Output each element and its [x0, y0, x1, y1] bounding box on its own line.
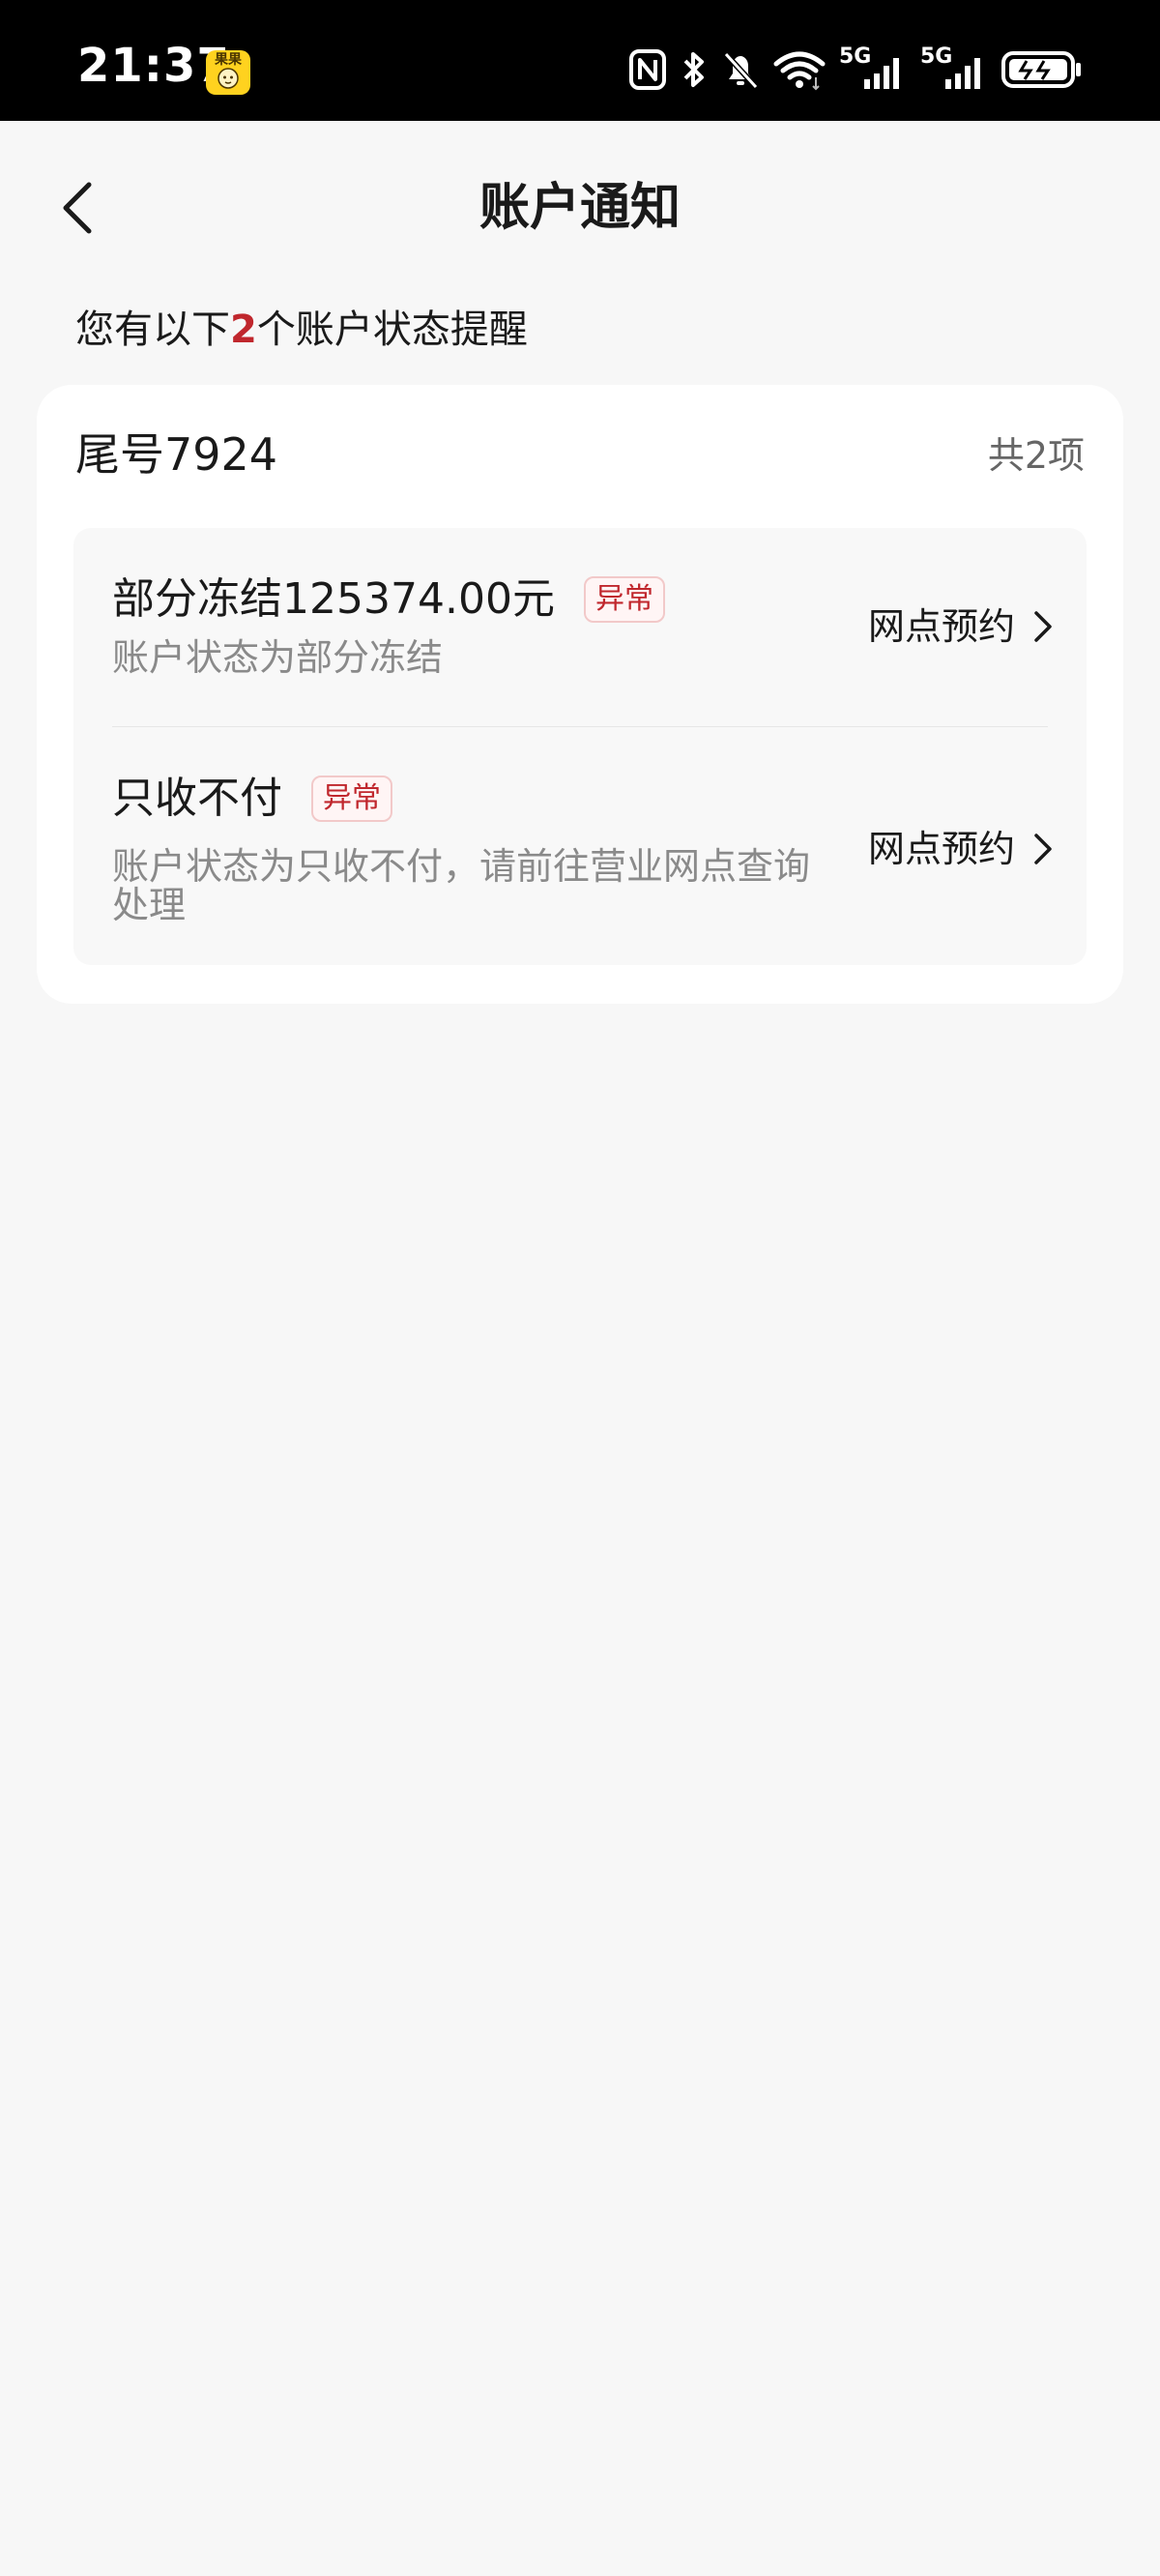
item-description: 账户状态为只收不付，请前往营业网点查询处理 [112, 845, 811, 926]
battery-charging-icon [1001, 51, 1081, 88]
wifi-icon [773, 51, 826, 91]
signal-icon: 5G [839, 46, 907, 93]
list-item: 部分冻结125374.00元 异常 账户状态为部分冻结 网点预约 [73, 528, 1087, 727]
bell-muted-icon [723, 51, 759, 90]
page-title: 账户通知 [478, 179, 681, 237]
summary-suffix: 个账户状态提醒 [256, 307, 528, 352]
account-title: 尾号7924 [75, 428, 278, 481]
nfc-icon [629, 49, 666, 90]
branch-appointment-button[interactable]: 网点预约 [868, 822, 1054, 876]
account-item-count: 共2项 [987, 434, 1085, 477]
chevron-left-icon [63, 182, 92, 234]
back-button[interactable] [39, 169, 116, 247]
account-card: 尾号7924 共2项 部分冻结125374.00元 异常 账户状态为部分冻结 网… [37, 385, 1123, 1004]
summary-count: 2 [230, 307, 257, 352]
item-title-row: 部分冻结125374.00元 异常 [112, 571, 665, 629]
branch-appointment-button[interactable]: 网点预约 [868, 600, 1054, 654]
status-badge: 异常 [311, 776, 392, 822]
account-notice-list: 部分冻结125374.00元 异常 账户状态为部分冻结 网点预约 只收不付 异常… [73, 528, 1087, 965]
item-description: 账户状态为部分冻结 [112, 636, 444, 679]
nav-header: 账户通知 [0, 121, 1160, 285]
status-bar: 21:37 果果 5G 5G [0, 0, 1160, 121]
item-title: 部分冻结125374.00元 [112, 574, 555, 624]
chevron-right-icon [1034, 834, 1052, 864]
summary-prefix: 您有以下 [75, 307, 230, 352]
item-title-row: 只收不付 异常 [112, 770, 392, 828]
action-label: 网点预约 [867, 828, 1015, 870]
status-badge: 异常 [583, 576, 665, 623]
list-item: 只收不付 异常 账户状态为只收不付，请前往营业网点查询处理 网点预约 [73, 727, 1087, 965]
signal-icon: 5G [920, 46, 988, 93]
notification-summary: 您有以下2个账户状态提醒 [75, 303, 528, 357]
status-icons: 5G 5G [628, 44, 1083, 95]
action-label: 网点预约 [867, 605, 1015, 648]
item-title: 只收不付 [112, 774, 282, 823]
chevron-right-icon [1034, 611, 1052, 642]
bluetooth-icon [683, 52, 704, 87]
app-badge-icon: 果果 [206, 50, 250, 95]
